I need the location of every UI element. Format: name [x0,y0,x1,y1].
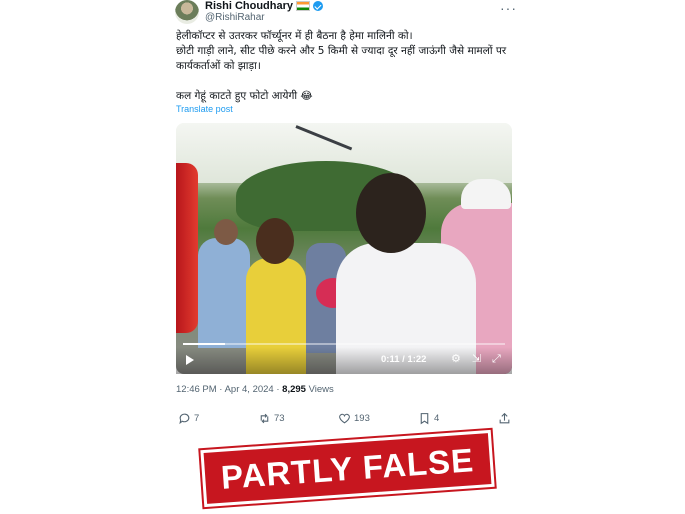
minimize-icon[interactable]: ⇲ [472,353,481,365]
fact-check-verdict: PARTLY FALSE [219,440,476,496]
author-name-row[interactable]: Rishi Choudhary [205,0,324,12]
video-frame-person-head [214,219,238,245]
views-label: Views [305,384,334,395]
author-name[interactable]: Rishi Choudhary [205,0,293,12]
reply-icon [179,413,190,425]
video-progress-fill [183,343,225,345]
repost-button[interactable]: 73 [258,412,285,425]
tweet-line: कल गेहूं काटते हुए फोटो आयेगी 😂 [176,90,313,102]
verified-badge-icon [313,1,324,11]
video-controls [176,347,512,374]
author-handle[interactable]: @RishiRahar [205,12,265,23]
reply-button[interactable]: 7 [178,412,199,425]
video-frame-man-head [356,173,426,253]
video-time: 0:11 / 1:22 [381,354,427,365]
view-count: 8,295 [282,384,306,395]
bookmark-button[interactable]: 4 [418,412,439,425]
more-options-icon[interactable]: ··· [500,0,517,16]
bookmark-icon [420,413,429,425]
settings-icon[interactable]: ⚙ [451,353,461,365]
translate-post-link[interactable]: Translate post [176,104,233,114]
video-frame-woman-head [256,218,294,264]
video-player[interactable] [176,123,512,374]
repost-icon [260,413,269,424]
share-button[interactable] [498,412,511,425]
tweet-timestamp[interactable]: 12:46 PM · Apr 4, 2024 · [176,384,282,395]
avatar[interactable] [175,0,199,24]
heart-icon [339,413,350,424]
like-button[interactable]: 193 [338,412,370,425]
fullscreen-icon[interactable]: ⤢ [492,353,501,365]
tweet-line: कार्यकर्ताओं को झाड़ा। [176,60,261,72]
tweet-line [176,74,512,89]
bookmark-count: 4 [434,413,440,424]
reply-count: 7 [194,413,200,424]
like-count: 193 [354,413,370,424]
video-frame-helicopter [176,163,198,333]
video-frame-person [198,238,250,348]
play-icon[interactable] [186,355,194,365]
action-bar: 7 73 193 4 [176,410,512,430]
share-icon [499,412,510,424]
tweet-line: छोटी गाड़ी लाने, सीट पीछे करने और 5 किमी… [176,45,507,57]
video-frame-cap [461,179,511,209]
tweet-meta: 12:46 PM · Apr 4, 2024 · 8,295 Views [176,384,334,395]
video-progress-bar[interactable] [183,343,505,345]
tweet-text: हेलीकॉप्टर से उतरकर फॉर्च्यूनर में ही बै… [176,29,512,104]
tweet-line: हेलीकॉप्टर से उतरकर फॉर्च्यूनर में ही बै… [176,30,413,42]
india-flag-icon [296,1,311,11]
repost-count: 73 [274,413,285,424]
